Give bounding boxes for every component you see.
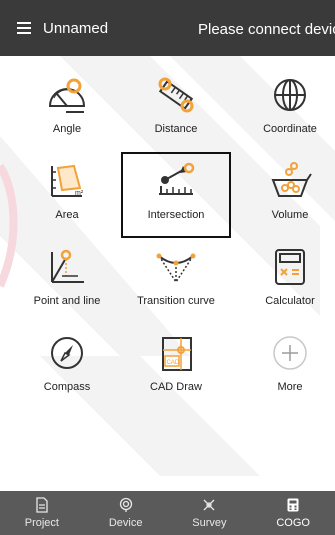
tool-area[interactable]: m² Area bbox=[17, 152, 117, 238]
tool-label: Coordinate bbox=[263, 123, 317, 135]
coordinate-icon bbox=[274, 79, 306, 111]
cad-draw-icon: CAD bbox=[162, 337, 192, 371]
nav-label: COGO bbox=[276, 517, 310, 529]
nav-label: Project bbox=[24, 517, 59, 529]
tool-label: Distance bbox=[154, 123, 198, 135]
tool-label: CAD Draw bbox=[150, 381, 202, 393]
tool-volume[interactable]: Volume bbox=[235, 152, 335, 238]
volume-icon bbox=[271, 162, 312, 197]
angle-icon bbox=[48, 78, 86, 113]
transition-curve-icon bbox=[156, 253, 196, 283]
nav-survey[interactable]: Survey bbox=[168, 491, 252, 535]
area-unit: m² bbox=[75, 190, 84, 197]
cad-badge: CAD bbox=[167, 360, 180, 366]
area-icon: m² bbox=[51, 164, 84, 197]
cogo-tool-grid: Angle Distance Coordinate m² Area Inters… bbox=[0, 66, 335, 410]
cogo-icon bbox=[287, 498, 299, 512]
project-title[interactable]: Unnamed bbox=[43, 20, 108, 37]
connection-status[interactable]: Please connect device bbox=[198, 21, 335, 38]
tool-label: Intersection bbox=[147, 209, 205, 221]
tool-label: Area bbox=[55, 209, 79, 221]
tool-label: Volume bbox=[271, 209, 309, 221]
tool-more[interactable]: More bbox=[235, 324, 335, 410]
calculator-icon bbox=[275, 249, 305, 285]
survey-icon bbox=[203, 499, 215, 511]
tool-calculator[interactable]: Calculator bbox=[235, 238, 335, 324]
nav-label: Device bbox=[108, 517, 143, 529]
tool-distance[interactable]: Distance bbox=[121, 66, 231, 152]
tool-label: Point and line bbox=[33, 295, 101, 307]
tool-point-and-line[interactable]: Point and line bbox=[17, 238, 117, 324]
nav-device[interactable]: Device bbox=[84, 491, 168, 535]
menu-icon[interactable] bbox=[17, 21, 37, 35]
project-icon bbox=[36, 497, 48, 513]
tool-transition-curve[interactable]: Transition curve bbox=[121, 238, 231, 324]
compass-icon bbox=[51, 337, 83, 369]
plus-icon bbox=[273, 336, 307, 370]
distance-icon bbox=[158, 77, 194, 113]
tool-label: Calculator bbox=[265, 295, 315, 307]
tool-compass[interactable]: Compass bbox=[17, 324, 117, 410]
tool-intersection[interactable]: Intersection bbox=[121, 152, 231, 238]
tool-label: Transition curve bbox=[137, 295, 215, 307]
tool-angle[interactable]: Angle bbox=[17, 66, 117, 152]
device-icon bbox=[119, 497, 132, 512]
tool-label: Angle bbox=[52, 123, 82, 135]
tool-label: More bbox=[277, 381, 303, 393]
tool-label: Compass bbox=[43, 381, 91, 393]
nav-project[interactable]: Project bbox=[0, 491, 84, 535]
nav-cogo[interactable]: COGO bbox=[251, 491, 335, 535]
tool-cad-draw[interactable]: CAD CAD Draw bbox=[121, 324, 231, 410]
point-line-icon bbox=[51, 249, 84, 283]
bottom-navigation: Project Device Survey COGO bbox=[0, 491, 335, 535]
tool-coordinate[interactable]: Coordinate bbox=[235, 66, 335, 152]
intersection-icon bbox=[159, 162, 195, 195]
nav-label: Survey bbox=[192, 517, 227, 529]
top-app-bar: Unnamed Please connect device bbox=[0, 0, 335, 56]
